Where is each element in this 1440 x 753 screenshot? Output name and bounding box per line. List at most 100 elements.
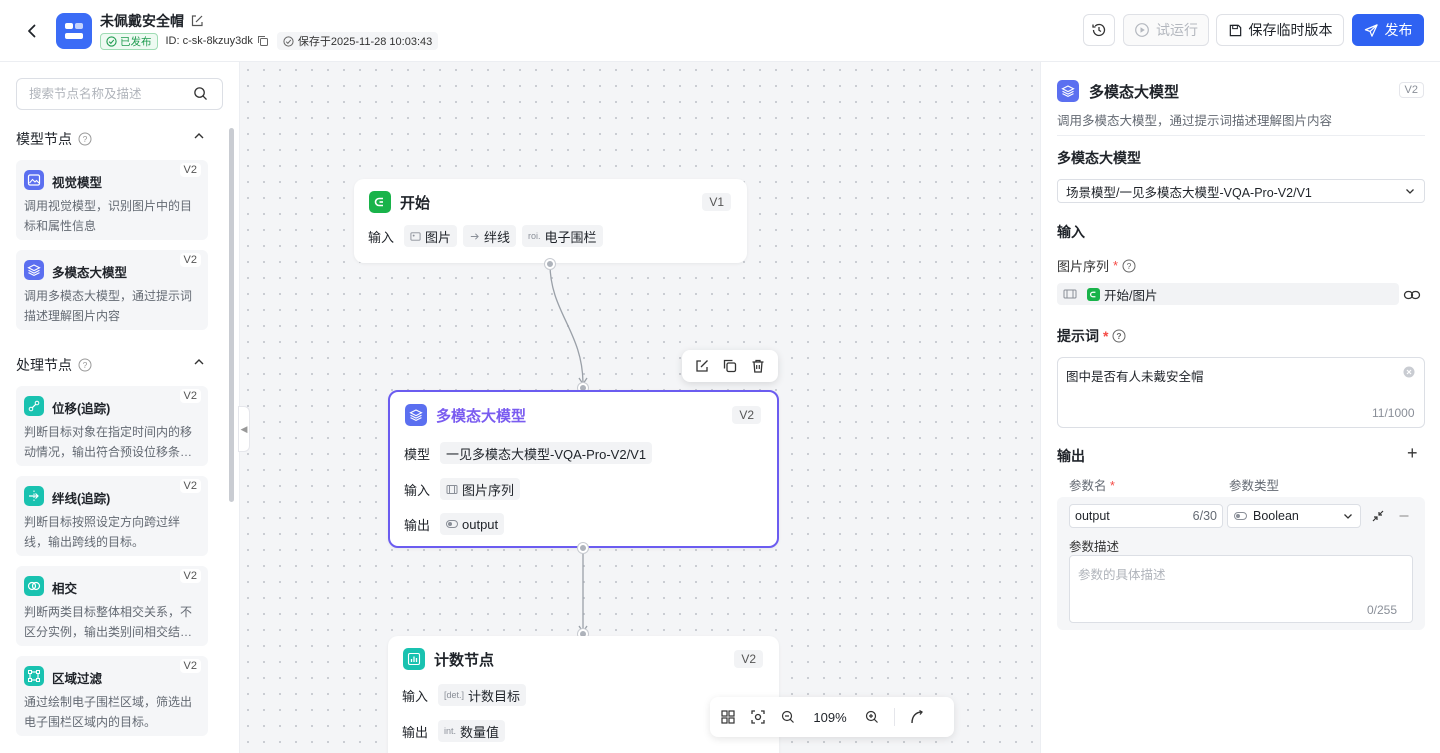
node-card-intersect[interactable]: 相交 V2 判断两类目标整体相交关系，不区分实例，输出类别间相交结果。 <box>16 566 208 646</box>
chevron-down-icon <box>1344 514 1352 519</box>
history-button[interactable] <box>1083 14 1115 46</box>
link-icon[interactable] <box>1403 286 1421 304</box>
node-toolbar <box>682 350 778 382</box>
output-section-title: 输出 <box>1057 448 1085 464</box>
help-icon[interactable]: ? <box>78 132 92 146</box>
param-desc-count: 0/255 <box>1367 603 1398 617</box>
history-icon <box>1092 23 1106 37</box>
input-section-title: 输入 <box>1057 224 1085 240</box>
start-output-port[interactable] <box>545 259 555 269</box>
version-badge: V2 <box>179 659 201 673</box>
help-icon[interactable]: ? <box>78 358 92 372</box>
chip-tag: [det.] <box>444 690 465 700</box>
canvas-toolbar: 109% <box>710 697 954 737</box>
field-label: 输入 <box>368 229 395 245</box>
edit-icon[interactable] <box>694 358 710 374</box>
output-chip: int. 数量值 <box>438 720 506 742</box>
collapse-icon[interactable] <box>1371 509 1385 523</box>
version-badge: V2 <box>179 163 201 177</box>
param-type-select[interactable]: Boolean <box>1227 504 1361 528</box>
play-circle-icon <box>1135 23 1149 37</box>
test-run-button[interactable]: 试运行 <box>1123 14 1209 46</box>
image-seq-icon <box>446 484 458 494</box>
section-processing-nodes[interactable]: 处理节点 ? <box>16 355 92 375</box>
node-card-desc: 判断目标对象在指定时间内的移动情况，输出符合预设位移条件的目标。 <box>24 425 193 459</box>
image-seq-reference[interactable]: 开始/图片 <box>1057 283 1399 305</box>
node-card-vision-model[interactable]: 视觉模型 V2 调用视觉模型，识别图片中的目标和属性信息 <box>16 160 208 240</box>
delete-icon[interactable] <box>750 358 766 374</box>
node-search-input[interactable] <box>16 78 223 110</box>
model-section-title: 多模态大模型 <box>1057 150 1141 166</box>
bar-chart-icon <box>403 648 425 670</box>
displacement-icon <box>24 396 44 416</box>
svg-text:?: ? <box>83 134 88 144</box>
start-icon <box>369 191 391 213</box>
start-node[interactable]: 开始 V1 输入 图片 绊线 roi. 电子围栏 <box>354 179 747 263</box>
node-card-name: 视觉模型 <box>52 176 103 190</box>
param-name-input[interactable]: output 6/30 <box>1069 504 1223 528</box>
zoom-out-icon[interactable] <box>780 709 796 725</box>
field-label: 提示词 <box>1057 328 1099 344</box>
required-mark: * <box>1103 328 1109 344</box>
chip-tag: int. <box>444 726 457 736</box>
node-card-desc: 通过绘制电子围栏区域，筛选出电子围栏区域内的目标。 <box>24 695 193 729</box>
back-button[interactable] <box>20 19 44 43</box>
app-id: ID: c-sk-8kzuy3dk <box>166 35 269 47</box>
edit-icon[interactable] <box>190 14 204 28</box>
image-seq-label: 图片序列 * ? <box>1057 256 1136 275</box>
prompt-textarea[interactable]: 图中是否有人未戴安全帽 <box>1057 357 1425 428</box>
help-icon[interactable]: ? <box>1122 259 1136 273</box>
zoom-in-icon[interactable] <box>864 709 880 725</box>
image-icon <box>410 231 421 241</box>
search-icon[interactable] <box>193 86 208 101</box>
node-card-tripwire[interactable]: 绊线(追踪) V2 判断目标按照设定方向跨过绊线，输出跨线的目标。 <box>16 476 208 556</box>
save-temp-version-button[interactable]: 保存临时版本 <box>1216 14 1344 46</box>
toolbar-divider <box>894 708 895 726</box>
mllm-node[interactable]: 多模态大模型 V2 模型 一见多模态大模型-VQA-Pro-V2/V1 输入 图… <box>388 390 779 548</box>
chip-label: 绊线 <box>484 229 511 245</box>
version-badge: V2 <box>734 650 763 668</box>
node-card-region-filter[interactable]: 区域过滤 V2 通过绘制电子围栏区域，筛选出电子围栏区域内的目标。 <box>16 656 208 736</box>
chevron-up-icon[interactable] <box>192 355 206 369</box>
workflow-canvas[interactable]: 开始 V1 输入 图片 绊线 roi. 电子围栏 多模态大模型 V2 模型 一见多… <box>240 62 1040 753</box>
reference-value: 开始/图片 <box>1104 288 1158 303</box>
grid-layout-icon[interactable] <box>720 709 736 725</box>
remove-icon[interactable] <box>1397 509 1411 523</box>
input-chip: 图片序列 <box>440 478 521 500</box>
node-title: 多模态大模型 <box>436 407 527 425</box>
fit-view-icon[interactable] <box>750 709 766 725</box>
add-output-button[interactable]: + <box>1407 444 1418 462</box>
node-card-desc: 判断两类目标整体相交关系，不区分实例，输出类别间相交结果。 <box>24 605 193 639</box>
toggle-icon <box>446 520 458 528</box>
collapse-sidebar-button[interactable]: ◀ <box>238 406 250 452</box>
model-select-value: 场景模型/一见多模态大模型-VQA-Pro-V2/V1 <box>1066 185 1312 200</box>
curve-edge-icon[interactable] <box>909 709 925 725</box>
section-model-nodes[interactable]: 模型节点 ? <box>16 129 92 149</box>
region-icon <box>24 666 44 686</box>
chip-label: output <box>462 516 499 532</box>
node-card-desc: 调用多模态大模型，通过提示词描述理解图片内容 <box>24 289 193 323</box>
copy-icon[interactable] <box>722 358 738 374</box>
mllm-output-port[interactable] <box>578 543 588 553</box>
layers-icon <box>1057 80 1079 102</box>
node-card-displacement[interactable]: 位移(追踪) V2 判断目标对象在指定时间内的移动情况，输出符合预设位移条件的目… <box>16 386 208 466</box>
chevron-up-icon[interactable] <box>192 129 206 143</box>
field-label: 输出 <box>404 517 431 533</box>
chip-label: 电子围栏 <box>544 229 597 245</box>
node-card-multimodal-model[interactable]: 多模态大模型 V2 调用多模态大模型，通过提示词描述理解图片内容 <box>16 250 208 330</box>
copy-icon[interactable] <box>257 35 269 47</box>
send-icon <box>1364 23 1378 37</box>
clear-icon[interactable] <box>1403 366 1415 378</box>
param-name-column: 参数名 * <box>1069 479 1115 493</box>
check-circle-icon <box>283 35 294 47</box>
publish-button[interactable]: 发布 <box>1352 14 1424 46</box>
version-badge: V2 <box>179 253 201 267</box>
edge-start-to-mllm <box>549 263 584 385</box>
mllm-node-header: 多模态大模型 <box>405 404 526 426</box>
param-desc-textarea[interactable] <box>1069 555 1413 623</box>
input-chip: 图片 <box>404 225 458 247</box>
mllm-input-row: 输入 图片序列 <box>404 478 521 500</box>
sidebar-scrollbar[interactable] <box>229 128 234 502</box>
model-select[interactable]: 场景模型/一见多模态大模型-VQA-Pro-V2/V1 <box>1057 179 1425 203</box>
help-icon[interactable]: ? <box>1112 329 1126 343</box>
